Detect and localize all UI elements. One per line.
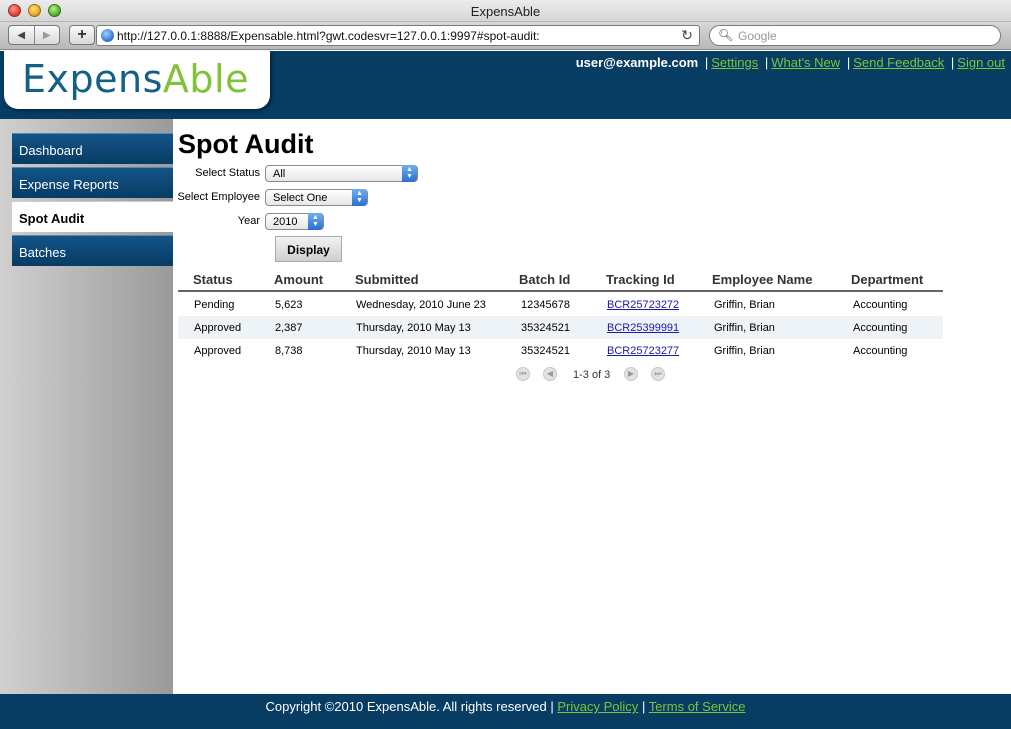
sidebar-item-spot-audit[interactable]: Spot Audit [12,201,173,232]
year-select[interactable]: 2010 ▲ ▼ [265,213,324,230]
cell-status: Approved [194,345,242,357]
table-row[interactable]: Pending 5,623 Wednesday, 2010 June 23 12… [178,293,943,316]
terms-of-service-link[interactable]: Terms of Service [649,699,746,714]
cell-status: Approved [194,322,242,334]
table-header: Status Amount Submitted Batch Id Trackin… [178,270,943,292]
column-batch-id[interactable]: Batch Id [519,272,570,287]
app-header: ExpensAble user@example.com | Settings | W… [0,51,1011,119]
chevron-updown-icon: ▲ ▼ [402,165,417,182]
employee-select[interactable]: Select One ▲ ▼ [265,189,368,206]
cell-batch-id: 35324521 [521,345,570,357]
first-page-icon[interactable]: ⏮ [516,367,530,381]
cell-submitted: Thursday, 2010 May 13 [356,345,471,357]
sign-out-link[interactable]: Sign out [957,55,1005,70]
cell-department: Accounting [853,299,908,311]
page-title: Spot Audit [178,129,314,159]
column-amount[interactable]: Amount [274,272,323,287]
cell-amount: 8,738 [275,345,303,357]
cell-batch-id: 35324521 [521,322,570,334]
cell-submitted: Thursday, 2010 May 13 [356,322,471,334]
reload-icon[interactable]: ↻ [681,27,693,44]
search-input[interactable]: 🔍︎ Google [709,25,1001,46]
cell-batch-id: 12345678 [521,299,570,311]
column-submitted[interactable]: Submitted [355,272,419,287]
privacy-policy-link[interactable]: Privacy Policy [557,699,638,714]
settings-link[interactable]: Settings [711,55,758,70]
main-content: Spot Audit Select Status All ▲ ▼ Select E… [173,119,1011,694]
cell-department: Accounting [853,322,908,334]
search-icon: 🔍︎ [718,28,734,42]
tracking-id-link[interactable]: BCR25723272 [607,299,679,311]
cell-status: Pending [194,299,235,311]
table-row[interactable]: Approved 8,738 Thursday, 2010 May 13 353… [178,339,943,362]
year-label: Year [237,215,260,227]
sidebar: Dashboard Expense Reports Spot Audit Bat… [0,119,173,694]
address-bar[interactable]: http://127.0.0.1:8888/Expensable.html?gw… [96,25,700,46]
url-text: http://127.0.0.1:8888/Expensable.html?gw… [117,29,540,43]
back-button[interactable]: ◀ [9,26,34,44]
tracking-id-link[interactable]: BCR25399991 [607,322,679,334]
pager-text: 1-3 of 3 [573,369,611,381]
status-select[interactable]: All ▲ ▼ [265,165,418,182]
previous-page-icon[interactable]: ◀ [543,367,557,381]
display-button[interactable]: Display [275,236,342,262]
cell-amount: 2,387 [275,322,303,334]
forward-button[interactable]: ▶ [33,26,60,44]
employee-label: Select Employee [177,191,260,203]
sidebar-item-dashboard[interactable]: Dashboard [12,133,173,164]
chevron-updown-icon: ▲ ▼ [308,213,323,230]
whats-new-link[interactable]: What's New [771,55,840,70]
logo[interactable]: ExpensAble [4,51,270,109]
copyright-text: Copyright ©2010 ExpensAble. All rights r… [265,699,547,714]
table-row[interactable]: Approved 2,387 Thursday, 2010 May 13 353… [178,316,943,339]
window-title: ExpensAble [470,4,541,19]
browser-toolbar: ◀ ▶ + http://127.0.0.1:8888/Expensable.h… [0,22,1011,50]
globe-icon [101,29,114,42]
next-page-icon[interactable]: ▶ [624,367,638,381]
cell-employee: Griffin, Brian [714,299,775,311]
column-employee-name[interactable]: Employee Name [712,272,812,287]
cell-employee: Griffin, Brian [714,345,775,357]
cell-amount: 5,623 [275,299,303,311]
user-email: user@example.com [575,55,699,70]
cell-department: Accounting [853,345,908,357]
cell-submitted: Wednesday, 2010 June 23 [356,299,486,311]
tracking-id-link[interactable]: BCR25723277 [607,345,679,357]
status-label: Select Status [195,167,260,179]
nav-buttons: ◀ ▶ [8,25,60,45]
column-status[interactable]: Status [193,272,233,287]
send-feedback-link[interactable]: Send Feedback [853,55,944,70]
column-tracking-id[interactable]: Tracking Id [606,272,675,287]
sidebar-item-batches[interactable]: Batches [12,235,173,266]
last-page-icon[interactable]: ⏭ [651,367,665,381]
cell-employee: Griffin, Brian [714,322,775,334]
column-department[interactable]: Department [851,272,923,287]
sidebar-item-expense-reports[interactable]: Expense Reports [12,167,173,198]
add-bookmark-button[interactable]: + [69,25,95,45]
search-placeholder: Google [738,29,777,43]
chevron-updown-icon: ▲ ▼ [352,189,367,206]
window-titlebar: ExpensAble [0,0,1011,22]
header-links: user@example.com | Settings | What's New |… [575,55,1005,70]
footer: Copyright ©2010 ExpensAble. All rights r… [0,694,1011,729]
logo-text: ExpensAble [22,57,249,101]
